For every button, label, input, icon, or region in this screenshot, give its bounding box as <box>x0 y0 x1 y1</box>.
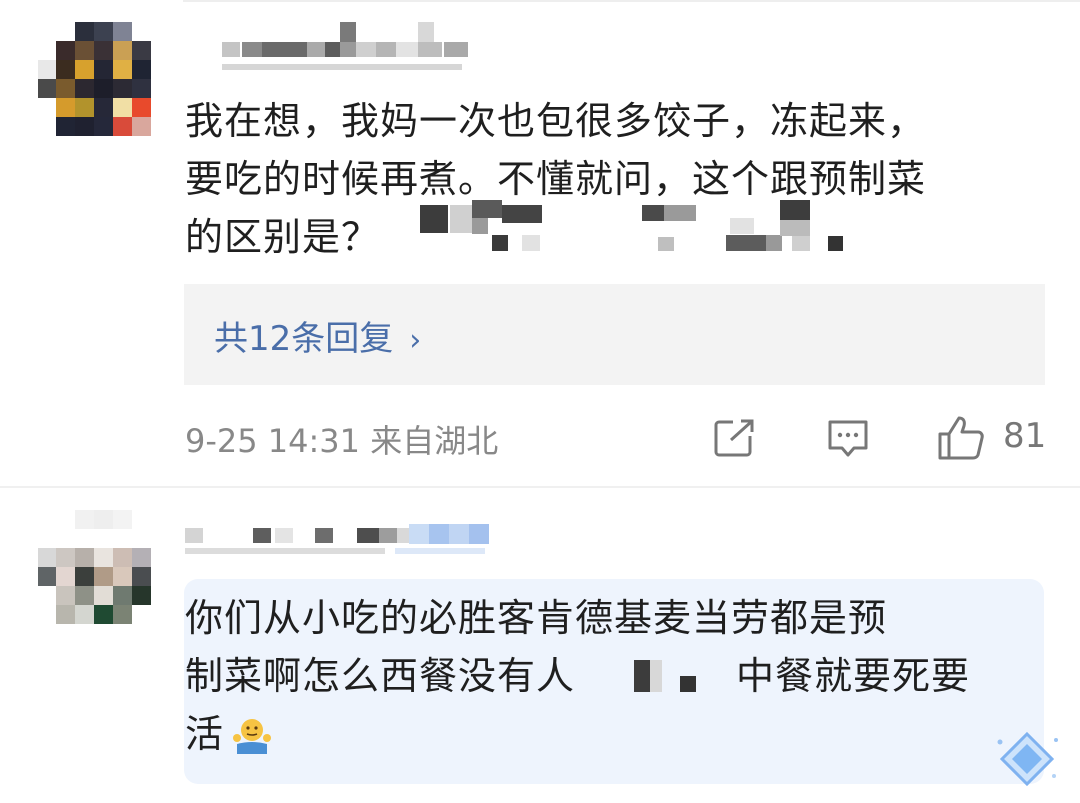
comment-icon <box>828 420 868 457</box>
like-count: 81 <box>1003 416 1047 456</box>
comment-2-line-1: 你们从小吃的必胜客肯德基麦当劳都是预 <box>185 596 888 640</box>
avatar-mosaic-2[interactable] <box>38 510 151 624</box>
comment-2-line-2: 制菜啊怎么西餐没有人 <box>185 654 576 698</box>
diamond-badge-icon <box>990 728 1064 790</box>
comment-1-meta: 9-25 14:31 来自湖北 <box>185 422 499 460</box>
share-button[interactable] <box>713 418 757 458</box>
comment-button[interactable] <box>826 418 870 460</box>
comment-divider <box>0 486 1080 488</box>
comment-1-line-1: 我在想，我妈一次也包很多饺子，冻起来， <box>185 99 927 143</box>
like-button[interactable] <box>937 415 985 461</box>
share-icon <box>714 418 757 457</box>
comment-2-line-2b: 中餐就要死要 <box>736 654 971 698</box>
top-divider <box>183 0 1080 2</box>
avatar-mosaic-1[interactable] <box>38 22 151 136</box>
comment-1-line-3: 的区别是？ <box>185 215 381 259</box>
shrug-emoji-icon <box>231 714 273 756</box>
view-replies-label: 共12条回复 <box>214 319 394 359</box>
redacted-text-mosaic-2 <box>634 660 696 700</box>
chevron-right-icon: › <box>409 323 422 358</box>
username-mosaic-1[interactable] <box>222 22 472 82</box>
replies-panel[interactable]: 共12条回复 › <box>184 284 1045 385</box>
username-mosaic-2[interactable] <box>185 520 490 560</box>
view-replies-link[interactable]: 共12条回复 › <box>214 311 421 360</box>
redacted-text-mosaic-1 <box>420 200 850 252</box>
comment-2-line-3: 活 <box>185 712 225 756</box>
thumbs-up-icon <box>938 416 984 460</box>
